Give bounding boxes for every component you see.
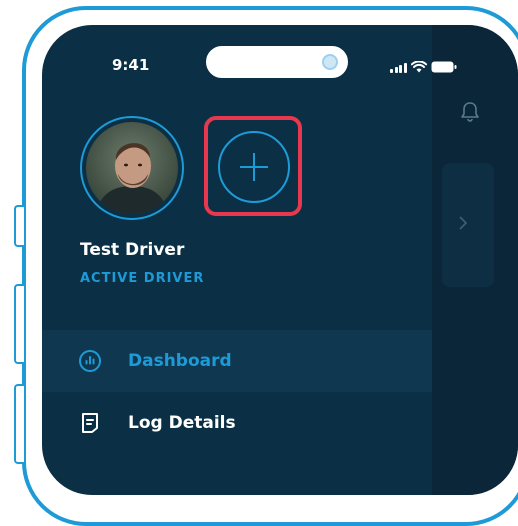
phone-side-button-middle (14, 284, 24, 364)
avatar[interactable] (80, 116, 184, 220)
nav-label-log-details: Log Details (128, 413, 236, 433)
background-card (442, 163, 494, 287)
status-time: 9:41 (112, 56, 150, 74)
document-icon (82, 413, 98, 433)
phone-side-button-top (14, 205, 24, 247)
wifi-icon (410, 61, 427, 73)
driver-status: ACTIVE DRIVER (80, 271, 205, 286)
nav-item-dashboard[interactable]: Dashboard (42, 330, 432, 392)
battery-icon (431, 61, 456, 73)
status-icons (390, 61, 457, 73)
app-screen: 9:41 Test Driver ACTIVE DRIVER Dashboard… (42, 25, 518, 495)
chart-circle-icon (79, 350, 101, 372)
driver-name: Test Driver (80, 240, 185, 260)
camera-icon (322, 54, 338, 70)
bell-icon (461, 102, 479, 122)
chevron-right-icon (459, 216, 468, 230)
signal-icon (390, 63, 407, 73)
nav-label-dashboard: Dashboard (128, 351, 232, 371)
dynamic-island (204, 44, 350, 80)
add-button[interactable] (218, 131, 290, 203)
avatar-photo (86, 122, 178, 214)
nav-item-log-details[interactable]: Log Details (42, 392, 432, 454)
phone-side-button-bottom (14, 384, 24, 464)
plus-icon (240, 153, 268, 181)
